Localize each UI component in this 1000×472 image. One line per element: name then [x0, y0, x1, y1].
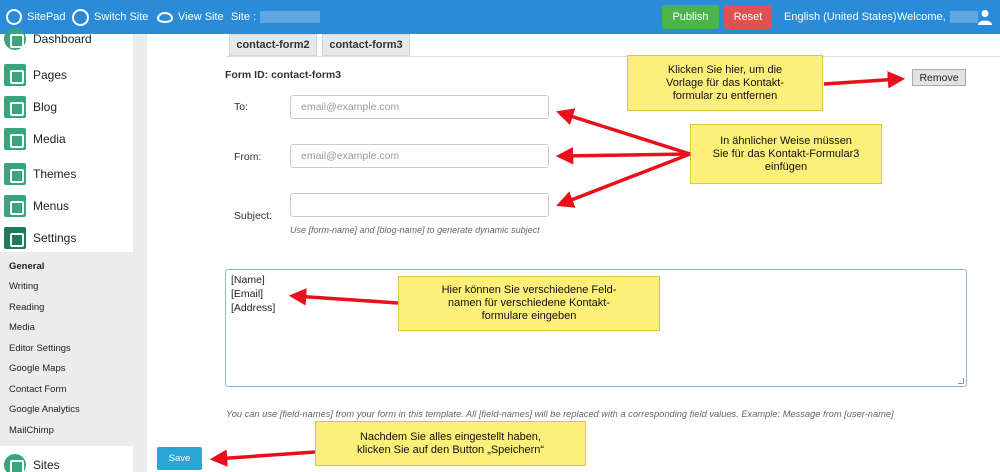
submenu-item-google-maps[interactable]: Google Maps — [9, 363, 66, 374]
welcome-label: Welcome, — [897, 11, 946, 23]
pages-icon — [4, 64, 26, 86]
tab-contact-form2[interactable]: contact-form2 — [229, 34, 317, 56]
submenu-item-reading[interactable]: Reading — [9, 302, 44, 313]
callout-remove: Klicken Sie hier, um die Vorlage für das… — [627, 55, 823, 111]
remove-button[interactable]: Remove — [912, 69, 966, 86]
callout-line: einfügen — [764, 160, 808, 173]
submenu-item-mailchimp[interactable]: MailChimp — [9, 425, 54, 436]
sitepad-logo-icon — [6, 9, 22, 25]
sidebar-item-label: Blog — [33, 100, 58, 114]
user-icon — [978, 10, 992, 25]
sidebar-item-dashboard[interactable]: Dashboard — [0, 24, 133, 54]
callout-line: In ähnlicher Weise müssen — [720, 134, 852, 147]
sidebar-item-label: Settings — [33, 231, 77, 245]
subject-input[interactable] — [290, 193, 549, 217]
sites-globe-icon — [4, 454, 26, 472]
resize-handle[interactable] — [958, 378, 964, 384]
submenu-item-general[interactable]: General — [9, 261, 44, 272]
tab-divider — [226, 56, 1000, 57]
submenu-item-writing[interactable]: Writing — [9, 281, 38, 292]
callout-line: Klicken Sie hier, um die — [667, 63, 783, 76]
to-input[interactable]: email@example.com — [290, 95, 549, 119]
submenu-item-contact-form[interactable]: Contact Form — [9, 384, 67, 395]
tab-contact-form3[interactable]: contact-form3 — [322, 34, 410, 56]
view-site-link[interactable]: View Site — [157, 0, 224, 34]
callout-line: Nachdem Sie alles eingestellt haben, — [359, 430, 541, 443]
sidebar-item-themes[interactable]: Themes — [0, 159, 133, 189]
sidebar-item-settings[interactable]: Settings — [0, 223, 133, 253]
username-redacted — [949, 11, 978, 23]
sidebar-item-pages[interactable]: Pages — [0, 60, 133, 90]
site-indicator: Site : — [231, 0, 321, 34]
sidebar-item-label: Sites — [33, 458, 60, 472]
submenu-item-google-analytics[interactable]: Google Analytics — [9, 404, 80, 415]
switch-site-label: Switch Site — [94, 11, 149, 23]
dashboard-icon — [4, 28, 26, 50]
paint-roller-icon — [4, 163, 26, 185]
subject-hint: Use [form-name] and [blog-name] to gener… — [290, 225, 540, 235]
sidebar-item-sites-row: Sites — [0, 450, 133, 472]
submenu-item-editor-settings[interactable]: Editor Settings — [9, 343, 71, 354]
sidebar-item-blog[interactable]: Blog — [0, 92, 133, 122]
globe-icon — [72, 8, 89, 26]
sidebar-item-label: Themes — [33, 167, 77, 181]
media-icon — [4, 128, 26, 150]
reset-button[interactable]: Reset — [724, 5, 772, 29]
callout-line: formular zu entfernen — [672, 89, 778, 102]
user-menu[interactable] — [978, 0, 992, 34]
settings-submenu: General Writing Reading Media Editor Set… — [0, 252, 133, 446]
sidebar-item-sites[interactable]: Sites — [0, 446, 133, 472]
to-label: To: — [234, 101, 249, 113]
language-selector[interactable]: English (United States) — [784, 0, 897, 34]
menus-icon — [4, 195, 26, 217]
blog-icon — [4, 96, 26, 118]
from-label: From: — [234, 151, 262, 163]
top-bar: SitePad Switch Site View Site Site : Pub… — [0, 0, 1000, 34]
publish-button[interactable]: Publish — [662, 5, 719, 29]
submenu-item-media[interactable]: Media — [9, 322, 35, 333]
site-label: Site : — [231, 11, 257, 23]
from-input[interactable]: email@example.com — [290, 144, 549, 168]
view-site-label: View Site — [178, 11, 224, 23]
callout-line: namen für verschiedene Kontakt- — [447, 297, 611, 309]
form-id-label: Form ID: contact-form3 — [225, 69, 341, 81]
callout-line: Vorlage für das Kontakt- — [665, 76, 784, 89]
save-button[interactable]: Save — [157, 447, 202, 470]
callout-save: Nachdem Sie alles eingestellt haben, kli… — [315, 421, 586, 466]
callout-fields: In ähnlicher Weise müssen Sie für das Ko… — [690, 124, 882, 184]
brand-label: SitePad — [27, 11, 66, 23]
gear-icon — [4, 227, 26, 249]
sidebar: Dashboard Pages Blog Media Themes Menus … — [0, 28, 133, 472]
sidebar-item-menus[interactable]: Menus — [0, 191, 133, 221]
callout-line: formulare eingeben — [481, 310, 577, 322]
eye-icon — [157, 11, 173, 23]
template-hint: You can use [field-names] from your form… — [226, 409, 894, 419]
callout-line: Hier können Sie verschiedene Feld- — [441, 284, 617, 296]
site-name-redacted — [260, 11, 321, 23]
callout-line: klicken Sie auf den Button „Speichern“ — [356, 443, 545, 456]
subject-label: Subject: — [234, 210, 272, 222]
form-id-text: Form ID: contact-form3 — [225, 69, 342, 81]
sidebar-item-label: Media — [33, 132, 66, 146]
callout-line: Sie für das Kontakt-Formular3 — [712, 147, 860, 160]
contact-form-settings-panel: contact-form2 contact-form3 Form ID: con… — [147, 34, 1000, 472]
callout-field-names: Hier können Sie verschiedene Feld- namen… — [398, 276, 660, 331]
sidebar-item-label: Dashboard — [33, 32, 92, 46]
language-label: English (United States) — [784, 11, 897, 23]
sidebar-item-label: Menus — [33, 199, 70, 213]
sidebar-item-media[interactable]: Media — [0, 124, 133, 154]
sidebar-item-label: Pages — [33, 68, 68, 82]
welcome-user[interactable]: Welcome, — [897, 0, 978, 34]
